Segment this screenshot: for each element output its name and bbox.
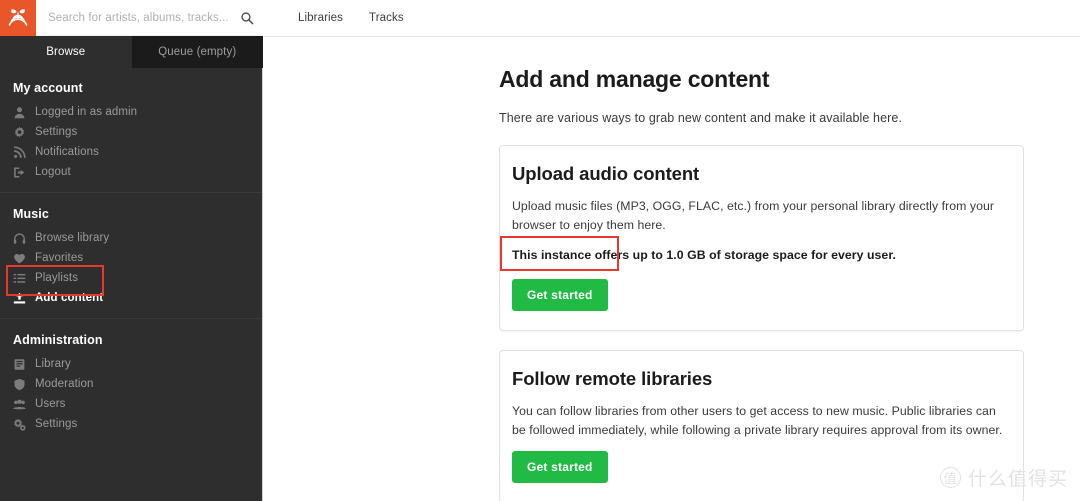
sidebar-item-logout[interactable]: Logout xyxy=(0,162,262,182)
nav-link-tracks[interactable]: Tracks xyxy=(369,12,404,24)
card-upload-audio-content: Upload audio content Upload music files … xyxy=(499,145,1024,332)
sidebar-item-label: Settings xyxy=(35,126,78,138)
sidebar-item-moderation[interactable]: Moderation xyxy=(0,374,262,394)
sidebar-item-add-content[interactable]: Add content xyxy=(0,288,262,308)
sidebar-section-title: Music xyxy=(13,207,49,221)
sidebar-item-label: Add content xyxy=(35,292,104,304)
sidebar-section-music: Music Browse library Favorites Playlists… xyxy=(0,192,262,318)
sidebar-item-logged-in-as-admin[interactable]: Logged in as admin xyxy=(0,102,262,122)
sidebar-item-label: Notifications xyxy=(35,146,99,158)
funkwhale-logo-glyph xyxy=(8,9,28,26)
sidebar-tabs: Browse Queue (empty) xyxy=(0,36,263,68)
sidebar-item-label: Users xyxy=(35,398,66,410)
tab-queue-label: Queue (empty) xyxy=(158,46,237,58)
sidebar: Browse Queue (empty) My account Logged i… xyxy=(0,0,263,501)
sidebar-item-browse-library[interactable]: Browse library xyxy=(0,228,262,248)
watermark-text: 什么值得买 xyxy=(967,469,1068,490)
sidebar-nav: My account Logged in as admin Settings N… xyxy=(0,68,262,501)
card-description: Upload music files (MP3, OGG, FLAC, etc.… xyxy=(512,199,995,233)
sidebar-section-my-account: My account Logged in as admin Settings N… xyxy=(0,78,262,192)
watermark-mark: 值 xyxy=(939,467,961,488)
page-subtitle: There are various ways to grab new conte… xyxy=(499,111,903,125)
sidebar-item-label: Favorites xyxy=(35,252,84,264)
sidebar-item-notifications[interactable]: Notifications xyxy=(0,142,262,162)
main-content: Add and manage content There are various… xyxy=(264,38,1080,501)
sidebar-item-label: Browse library xyxy=(35,232,110,244)
gears-icon xyxy=(14,418,26,431)
sidebar-section-title: My account xyxy=(13,81,83,95)
sidebar-item-playlists[interactable]: Playlists xyxy=(0,268,262,288)
sidebar-item-library[interactable]: Library xyxy=(0,354,262,374)
sidebar-item-label: Logout xyxy=(35,166,71,178)
shield-icon xyxy=(14,378,25,390)
sidebar-section-title: Administration xyxy=(13,333,103,347)
user-icon xyxy=(14,106,25,118)
sidebar-item-users[interactable]: Users xyxy=(0,394,262,414)
sidebar-item-favorites[interactable]: Favorites xyxy=(0,248,262,268)
sidebar-item-settings[interactable]: Settings xyxy=(0,122,262,142)
heart-icon xyxy=(14,253,25,264)
funkwhale-logo-icon[interactable] xyxy=(0,0,36,36)
search-icon[interactable] xyxy=(240,11,254,25)
book-icon xyxy=(14,358,25,370)
sidebar-item-admin-settings[interactable]: Settings xyxy=(0,414,262,434)
search-bar[interactable] xyxy=(36,0,263,36)
upload-icon xyxy=(13,292,26,304)
sidebar-section-administration: Administration Library Moderation Users … xyxy=(0,318,262,444)
page-title: Add and manage content xyxy=(499,66,770,92)
card-title: Upload audio content xyxy=(512,163,700,184)
nav-link-libraries[interactable]: Libraries xyxy=(298,12,343,24)
tab-queue[interactable]: Queue (empty) xyxy=(131,36,263,68)
sidebar-item-label: Moderation xyxy=(35,378,94,390)
watermark: 值 什么值得买 xyxy=(939,464,1068,491)
card-title: Follow remote libraries xyxy=(512,368,713,390)
follow-get-started-button[interactable]: Get started xyxy=(512,451,608,484)
gear-icon xyxy=(14,126,25,138)
sidebar-header xyxy=(0,0,263,36)
app-window: Browse Queue (empty) My account Logged i… xyxy=(0,0,1080,501)
top-navigation-bar: Libraries Tracks xyxy=(264,0,1080,37)
tab-browse-label: Browse xyxy=(46,46,86,58)
sidebar-item-label: Playlists xyxy=(35,272,79,284)
users-icon xyxy=(13,399,26,409)
card-storage-notice: This instance offers up to 1.0 GB of sto… xyxy=(512,248,896,263)
tab-browse[interactable]: Browse xyxy=(0,36,132,68)
headphones-icon xyxy=(13,232,26,244)
search-input[interactable] xyxy=(48,11,240,24)
logout-icon xyxy=(14,166,25,178)
list-icon xyxy=(13,273,26,283)
rss-icon xyxy=(14,145,26,158)
sidebar-item-label: Settings xyxy=(35,418,78,430)
sidebar-item-label: Library xyxy=(35,358,71,370)
sidebar-item-label: Logged in as admin xyxy=(35,106,138,118)
card-description: You can follow libraries from other user… xyxy=(512,404,1003,438)
upload-get-started-button[interactable]: Get started xyxy=(512,279,608,312)
